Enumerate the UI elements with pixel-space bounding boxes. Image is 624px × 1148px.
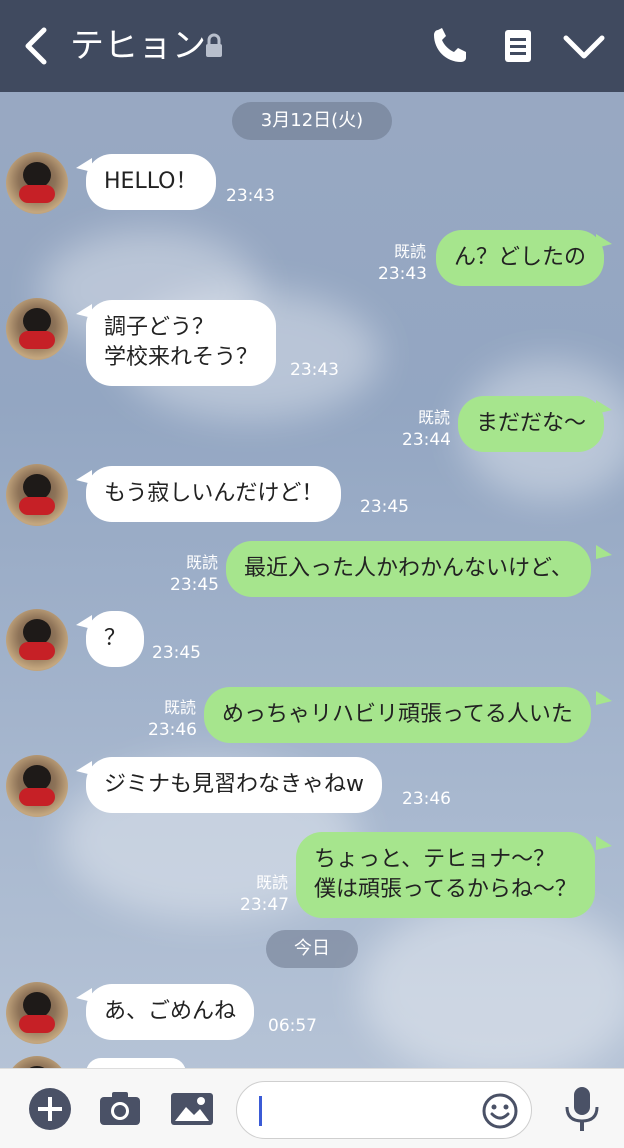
bubble-tail (596, 545, 612, 559)
message-bubble-received[interactable]: もう寂しいんだけど！ (86, 466, 342, 522)
chat-screen: テヒョン 3月12日(火) 今日 HELLO！ 23:43 既読 23:43 ん… (0, 0, 624, 1148)
message-bubble-sent[interactable]: 最近入った人かわかんないけど、 (226, 541, 591, 597)
message-text: まだだな〜 (476, 411, 587, 436)
text-caret (259, 1096, 262, 1126)
lock-icon (206, 33, 222, 57)
message-bubble-received[interactable]: ？ (86, 611, 145, 667)
message-text: HELLO！ (104, 169, 198, 194)
avatar[interactable] (6, 609, 68, 671)
chevron-left-icon[interactable] (18, 24, 54, 68)
message-text: ちょっと、テヒョナ〜？ (314, 847, 556, 872)
message-text: あ、ごめんね (104, 999, 237, 1024)
message-time: 23:45 (170, 575, 219, 595)
phone-icon[interactable] (428, 22, 472, 70)
message-input-bar (0, 1068, 624, 1148)
avatar[interactable] (6, 152, 68, 214)
message-bubble-received[interactable]: あ、ごめんね (86, 984, 255, 1040)
avatar[interactable] (6, 755, 68, 817)
message-time: 23:44 (402, 430, 451, 450)
message-bubble-sent[interactable]: ちょっと、テヒョナ〜？ 僕は頑張ってるからね〜？ (296, 832, 595, 918)
camera-icon[interactable] (94, 1083, 146, 1135)
message-text: もう寂しいんだけど！ (104, 481, 324, 506)
message-time: 23:47 (240, 895, 289, 915)
message-bubble-received[interactable]: ジミナも見習わなきゃねw (86, 757, 382, 813)
read-receipt: 既読 (393, 242, 426, 261)
read-receipt: 既読 (185, 553, 218, 572)
avatar[interactable] (6, 298, 68, 360)
message-time: 23:45 (152, 643, 201, 663)
message-bubble-sent[interactable]: まだだな〜 (458, 396, 605, 452)
message-text: めっちゃリハビリ頑張ってる人いた (222, 702, 573, 727)
message-text: 最近入った人かわかんないけど、 (244, 556, 573, 581)
message-time: 06:57 (268, 1016, 317, 1036)
message-bubble-sent[interactable]: めっちゃリハビリ頑張ってる人いた (204, 687, 591, 743)
read-receipt: 既読 (163, 698, 196, 717)
message-time: 23:46 (402, 789, 451, 809)
date-separator: 3月12日(火) (232, 102, 392, 140)
plus-icon[interactable] (24, 1083, 76, 1135)
chat-title: テヒョン (70, 26, 206, 66)
menu-icon[interactable] (496, 22, 540, 70)
message-time: 23:43 (226, 186, 275, 206)
date-separator: 今日 (266, 930, 358, 968)
image-icon[interactable] (166, 1083, 218, 1135)
message-time: 23:46 (148, 720, 197, 740)
message-time: 23:43 (290, 360, 339, 380)
message-input[interactable] (236, 1081, 532, 1139)
message-text: 僕は頑張ってるからね〜？ (314, 877, 577, 902)
message-text: 学校来れそう？ (104, 345, 259, 370)
message-time: 23:43 (378, 264, 427, 284)
bubble-tail (596, 836, 612, 850)
chat-header: テヒョン (0, 0, 624, 92)
message-bubble-received[interactable]: 調子どう？ 学校来れそう？ (86, 300, 277, 386)
bubble-tail (596, 691, 612, 705)
message-text: 調子どう？ (104, 315, 215, 340)
microphone-icon[interactable] (556, 1083, 608, 1135)
bubble-tail (596, 234, 612, 248)
cloud (360, 900, 624, 1080)
message-text: ？ (104, 626, 127, 651)
message-text: ん？どしたの (454, 245, 587, 270)
emoji-icon[interactable] (481, 1092, 519, 1130)
read-receipt: 既読 (417, 408, 450, 427)
avatar[interactable] (6, 464, 68, 526)
avatar[interactable] (6, 982, 68, 1044)
message-time: 23:45 (360, 497, 409, 517)
chevron-down-icon[interactable] (562, 22, 606, 70)
message-bubble-received[interactable]: HELLO！ (86, 154, 216, 210)
bubble-tail (596, 400, 612, 414)
message-text: ジミナも見習わなきゃねw (104, 772, 364, 797)
message-bubble-sent[interactable]: ん？どしたの (436, 230, 605, 286)
read-receipt: 既読 (255, 873, 288, 892)
